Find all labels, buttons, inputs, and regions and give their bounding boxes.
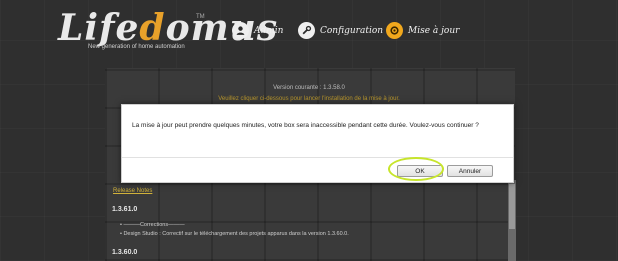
confirm-dialog: La mise à jour peut prendre quelques min… xyxy=(121,104,514,183)
nav-configuration-label: Configuration xyxy=(320,25,384,36)
release-version-heading: 1.3.60.0 xyxy=(112,249,138,256)
release-note: • ———Corrections——— xyxy=(120,222,185,228)
release-version-heading: 1.3.61.0 xyxy=(112,206,138,213)
nav-update[interactable]: Mise à jour xyxy=(386,22,459,39)
tagline: New generation of home automation xyxy=(88,44,185,50)
user-icon xyxy=(232,22,249,39)
logo-text-accent: d xyxy=(139,7,166,49)
header: Lifedomus TM New generation of home auto… xyxy=(0,0,618,62)
update-icon xyxy=(386,22,403,39)
current-version: Version courante : 1.3.58.0 xyxy=(273,85,345,91)
wrench-icon xyxy=(298,22,315,39)
dialog-message: La mise à jour peut prendre quelques min… xyxy=(132,122,479,129)
nav-update-label: Mise à jour xyxy=(408,25,460,36)
scrollbar[interactable] xyxy=(508,180,516,261)
release-note: • Design Studio : Correctif sur le téléc… xyxy=(120,231,349,237)
ok-highlight-circle xyxy=(388,157,444,181)
scrollbar-thumb[interactable] xyxy=(509,184,515,229)
dialog-divider xyxy=(122,157,513,158)
release-notes-link[interactable]: Release Notes xyxy=(113,188,152,194)
nav-admin-label: Admin xyxy=(254,25,284,36)
cancel-button[interactable]: Annuler xyxy=(447,165,493,177)
nav-configuration[interactable]: Configuration xyxy=(298,22,383,39)
install-hint: Veuillez cliquer ci-dessous pour lancer … xyxy=(218,96,400,102)
nav-admin[interactable]: Admin xyxy=(232,22,283,39)
trademark: TM xyxy=(196,14,205,20)
logo-text-prefix: Life xyxy=(58,7,140,49)
